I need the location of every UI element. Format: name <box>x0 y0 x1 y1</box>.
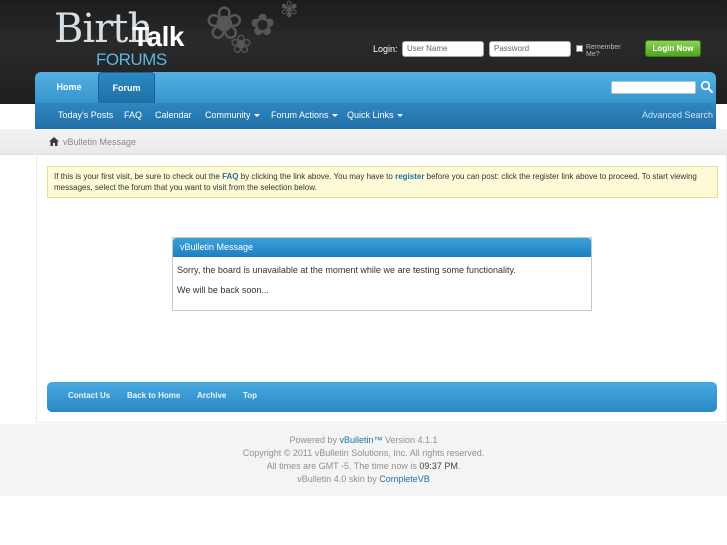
remember-me-label[interactable]: Remember Me? <box>586 44 621 58</box>
username-input[interactable]: User Name <box>402 41 484 57</box>
site-logo[interactable]: Birth Talk FORUMS <box>52 6 202 70</box>
powered-text: Powered by <box>289 435 340 445</box>
nav-quick-links-label: Quick Links <box>347 110 394 120</box>
nav-faq[interactable]: FAQ <box>124 103 142 129</box>
flourish-decoration: ❀ <box>230 30 252 60</box>
powered-text: Version 4.1.1 <box>382 435 438 445</box>
nav-quick-links[interactable]: Quick Links <box>347 103 403 129</box>
home-icon[interactable] <box>49 137 59 146</box>
times-line: All times are GMT -5. The time now is 09… <box>0 461 727 471</box>
copyright-line: Copyright © 2011 vBulletin Solutions, In… <box>242 448 485 458</box>
times-text: . <box>457 461 461 471</box>
message-box: vBulletin Message Sorry, the board is un… <box>172 237 592 311</box>
chevron-down-icon <box>253 114 260 118</box>
logo-talk: Talk <box>132 21 184 52</box>
nav-todays-posts[interactable]: Today's Posts <box>58 103 113 129</box>
copyright-footer: Powered by vBulletin™ Version 4.1.1 Copy… <box>0 424 727 496</box>
message-line: We will be back soon... <box>177 285 269 295</box>
powered-by-line: Powered by vBulletin™ Version 4.1.1 <box>0 435 727 445</box>
skin-line: vBulletin 4.0 skin by CompleteVB <box>0 474 727 484</box>
faq-link[interactable]: FAQ <box>222 172 238 181</box>
times-text: All times are GMT -5. The time now is <box>266 461 420 471</box>
time-now: 09:37 PM <box>419 461 458 471</box>
footer-top[interactable]: Top <box>243 382 257 412</box>
nav-forum-actions-label: Forum Actions <box>271 110 329 120</box>
chevron-down-icon <box>331 114 338 118</box>
nav-community-label: Community <box>205 110 251 120</box>
chevron-down-icon <box>396 114 403 118</box>
nav-calendar[interactable]: Calendar <box>155 103 192 129</box>
notice-text: by clicking the link above. You may have… <box>238 172 396 181</box>
nav-forum-actions[interactable]: Forum Actions <box>271 103 338 129</box>
nav-calendar-label: Calendar <box>155 110 192 120</box>
tab-home[interactable]: Home <box>45 72 93 103</box>
flourish-decoration: ✾ <box>280 0 299 23</box>
logo-forums: FORUMS <box>96 50 167 69</box>
register-link[interactable]: register <box>395 172 424 181</box>
navbar-subnav: Today's Posts FAQ Calendar Community For… <box>35 103 716 129</box>
completevb-link[interactable]: CompleteVB <box>379 474 430 484</box>
remember-me-checkbox[interactable] <box>576 45 583 52</box>
vbulletin-link[interactable]: vBulletin™ <box>339 435 382 445</box>
login-label: Login: <box>373 44 398 54</box>
skin-text: vBulletin 4.0 skin by <box>297 474 380 484</box>
main-content: If this is your first visit, be sure to … <box>36 155 727 423</box>
nav-todays-posts-label: Today's Posts <box>58 110 114 120</box>
first-visit-notice: If this is your first visit, be sure to … <box>47 166 718 198</box>
nav-faq-label: FAQ <box>124 110 143 120</box>
message-line: Sorry, the board is unavailable at the m… <box>177 265 516 275</box>
login-button[interactable]: Login Now <box>645 40 701 57</box>
search-icon[interactable] <box>700 80 714 94</box>
breadcrumb-current: vBulletin Message <box>63 137 137 147</box>
navbar-tabs: Home Forum <box>35 72 716 103</box>
footer-nav: Contact Us Back to Home Archive Top <box>47 382 717 412</box>
advanced-search-link[interactable]: Advanced Search <box>642 103 713 129</box>
tab-forum[interactable]: Forum <box>98 72 155 103</box>
flourish-decoration: ✿ <box>250 8 276 43</box>
footer-contact-us[interactable]: Contact Us <box>68 382 110 412</box>
message-box-title: vBulletin Message <box>173 238 591 257</box>
breadcrumb: vBulletin Message <box>0 129 727 155</box>
footer-archive[interactable]: Archive <box>197 382 226 412</box>
password-input[interactable]: Password <box>489 41 571 57</box>
footer-back-to-home[interactable]: Back to Home <box>127 382 180 412</box>
search-input[interactable] <box>611 81 696 94</box>
nav-community[interactable]: Community <box>205 103 260 129</box>
notice-text: If this is your first visit, be sure to … <box>54 172 223 181</box>
navbar: Home Forum Today's Posts FAQ Calendar Co… <box>35 72 716 129</box>
